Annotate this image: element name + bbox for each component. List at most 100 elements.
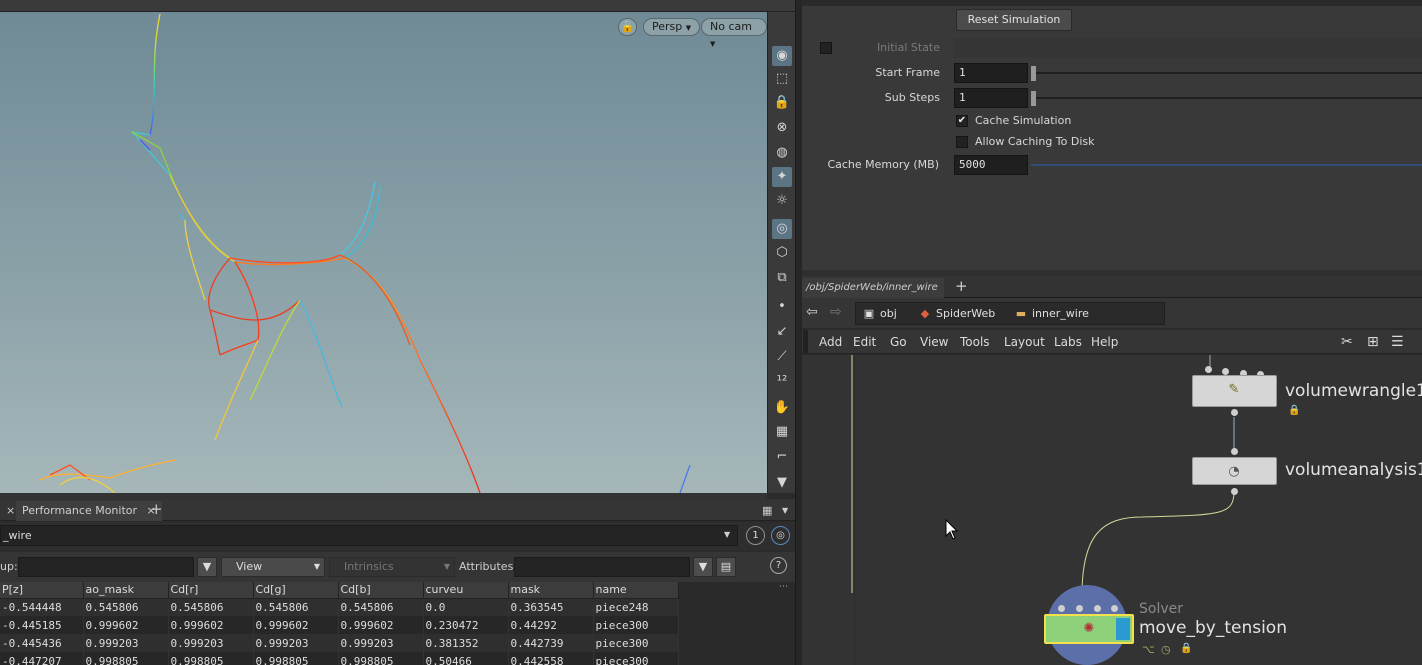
cache-simulation-checkbox[interactable]: ✔: [956, 115, 968, 127]
lock-icon[interactable]: 🔒: [1180, 643, 1192, 654]
node-input-port[interactable]: [1094, 605, 1101, 612]
column-header[interactable]: Cd[b]: [338, 582, 424, 599]
node-input-port[interactable]: [1111, 605, 1118, 612]
list-icon[interactable]: ☰: [1391, 334, 1404, 350]
view-dropdown[interactable]: View ▼: [221, 557, 325, 577]
menu-labs[interactable]: Labs: [1054, 334, 1082, 350]
scene-viewport[interactable]: 🔒 Persp ▼ No cam ▼: [0, 0, 767, 493]
node-input-port[interactable]: [1058, 605, 1065, 612]
table-row[interactable]: -0.544448 0.545806 0.545806 0.545806 0.54580…: [0, 598, 679, 616]
node-input-port[interactable]: [1231, 448, 1238, 455]
menu-add[interactable]: Add: [819, 334, 842, 350]
menu-go[interactable]: Go: [890, 334, 907, 350]
attributes-filter-input[interactable]: [514, 557, 690, 577]
column-header[interactable]: P[z]: [0, 582, 84, 599]
display-flag[interactable]: [1116, 618, 1130, 640]
node-path-field[interactable]: _wire: [0, 525, 738, 546]
point-icon[interactable]: •: [772, 297, 792, 317]
cook-icon[interactable]: ⌥: [1142, 643, 1155, 656]
menu-view[interactable]: View: [920, 334, 948, 350]
node-output-port[interactable]: [1231, 488, 1238, 495]
intrinsics-dropdown[interactable]: Intrinsics ▼: [329, 557, 455, 577]
column-header[interactable]: curveu: [423, 582, 509, 599]
tab-network-path[interactable]: /obj/SpiderWeb/inner_wire ×: [802, 278, 944, 313]
more-columns-icon[interactable]: ⋯: [779, 582, 788, 592]
column-header[interactable]: Cd[g]: [253, 582, 339, 599]
node-input-port[interactable]: [1076, 605, 1083, 612]
solver-node[interactable]: ✺: [1044, 614, 1134, 644]
column-header[interactable]: Cd[r]: [168, 582, 254, 599]
chevron-down-icon[interactable]: ▼: [724, 530, 730, 539]
picker-icon[interactable]: ⟋: [772, 347, 792, 367]
slider-handle[interactable]: [1031, 91, 1036, 106]
tab-performance-monitor[interactable]: Performance Monitor ×: [16, 501, 162, 521]
tools-icon[interactable]: ✂: [1341, 334, 1353, 350]
lock-icon[interactable]: 🔒: [1288, 405, 1300, 416]
light-icon[interactable]: ✦: [772, 167, 792, 187]
table-row[interactable]: -0.447207 0.998805 0.998805 0.998805 0.99880…: [0, 652, 679, 665]
ruler-icon[interactable]: ⌐: [772, 447, 792, 467]
number-icon[interactable]: ¹²: [772, 372, 792, 392]
perspective-menu-button[interactable]: Persp ▼: [643, 18, 701, 36]
timer-icon[interactable]: ◷: [1161, 643, 1171, 656]
column-header[interactable]: mask: [508, 582, 594, 599]
pane-grip[interactable]: [803, 330, 808, 354]
viewport-lock-button[interactable]: 🔒: [618, 18, 637, 36]
reset-simulation-button[interactable]: Reset Simulation: [956, 9, 1072, 31]
start-frame-field[interactable]: 1: [954, 63, 1028, 83]
network-canvas[interactable]: ✎ volumewrangle1 🔒 ◔ volumeanalysis1 ✺ S…: [802, 355, 1422, 665]
table-row[interactable]: -0.445185 0.999602 0.999602 0.999602 0.99960…: [0, 616, 679, 634]
camera-icon[interactable]: ◎: [772, 219, 792, 239]
breadcrumb-spiderweb[interactable]: ◆ SpiderWeb: [914, 303, 996, 324]
pen-icon[interactable]: ⧉: [772, 268, 792, 288]
pane-menu-icon[interactable]: ▼: [776, 501, 794, 521]
node-output-port[interactable]: [1231, 409, 1238, 416]
slider-handle[interactable]: [1031, 66, 1036, 81]
back-arrow-icon[interactable]: ⇦: [806, 304, 818, 320]
allow-caching-checkbox[interactable]: [956, 136, 968, 148]
hand-icon[interactable]: ✋: [772, 398, 792, 418]
menu-edit[interactable]: Edit: [853, 334, 876, 350]
lock-icon[interactable]: 🔒: [772, 93, 792, 113]
menu-tools[interactable]: Tools: [960, 334, 990, 350]
volumeanalysis-node[interactable]: ◔: [1192, 457, 1277, 485]
breadcrumb-obj[interactable]: ▣ obj: [858, 303, 897, 324]
menu-help[interactable]: Help: [1091, 334, 1118, 350]
bulb-icon[interactable]: ☼: [772, 191, 792, 211]
menu-layout[interactable]: Layout: [1004, 334, 1045, 350]
node-input-port[interactable]: [1222, 368, 1229, 375]
link-icon[interactable]: ◎: [771, 526, 790, 545]
column-header[interactable]: ao_mask: [83, 582, 169, 599]
breadcrumb-inner-wire[interactable]: ▬ inner_wire: [1010, 303, 1089, 324]
stamp-icon[interactable]: ▦: [772, 422, 792, 442]
select-icon[interactable]: ⬚: [772, 69, 792, 89]
start-frame-slider[interactable]: [1031, 66, 1422, 81]
brush-icon[interactable]: ↙: [772, 322, 792, 342]
eye-icon[interactable]: ◉: [772, 46, 792, 66]
group-filter-input[interactable]: [18, 557, 194, 577]
initial-state-field[interactable]: [954, 38, 1422, 58]
vertical-splitter[interactable]: [795, 0, 802, 665]
table-row[interactable]: -0.445436 0.999203 0.999203 0.999203 0.99920…: [0, 634, 679, 652]
sub-steps-slider[interactable]: [1031, 91, 1422, 106]
column-options-icon[interactable]: ▤: [716, 557, 736, 577]
cube-icon[interactable]: ⬡: [772, 243, 792, 263]
ghost-icon[interactable]: ⊗: [772, 118, 792, 138]
initial-state-toggle[interactable]: [820, 42, 832, 54]
sphere-icon[interactable]: ◍: [772, 143, 792, 163]
add-tab-icon[interactable]: +: [144, 499, 169, 519]
down-arrow-icon[interactable]: ▼: [772, 473, 792, 493]
column-header[interactable]: name: [593, 582, 679, 599]
sub-steps-field[interactable]: 1: [954, 88, 1028, 108]
node-input-port[interactable]: [1205, 366, 1212, 373]
help-icon[interactable]: ?: [770, 557, 787, 574]
filter-icon[interactable]: ▼: [197, 557, 217, 577]
cache-memory-slider[interactable]: [1031, 160, 1422, 170]
volumewrangle-node[interactable]: ✎: [1192, 375, 1277, 407]
camera-menu-button[interactable]: No cam ▼: [701, 18, 767, 48]
view-count-button[interactable]: 1: [746, 526, 765, 545]
add-tab-icon[interactable]: +: [955, 277, 968, 295]
filter-icon[interactable]: ▼: [693, 557, 713, 577]
cache-memory-field[interactable]: 5000: [954, 155, 1028, 175]
tree-icon[interactable]: ⊞: [1367, 334, 1379, 350]
